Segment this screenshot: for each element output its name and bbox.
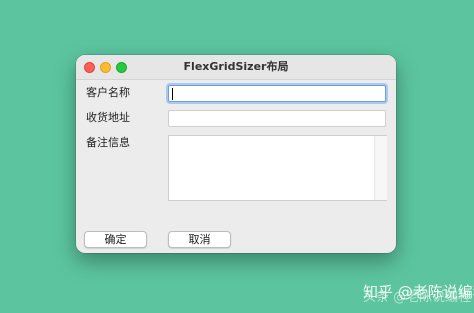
ok-button[interactable]: 确定 bbox=[84, 231, 147, 248]
notes-scrollbar[interactable] bbox=[374, 136, 387, 200]
customer-name-label: 客户名称 bbox=[86, 86, 130, 99]
address-input[interactable] bbox=[168, 110, 386, 127]
cancel-button[interactable]: 取消 bbox=[168, 231, 231, 248]
title-bar[interactable]: FlexGridSizer布局 bbox=[76, 55, 396, 80]
watermark-text: 知乎 @老陈说编程 bbox=[363, 283, 474, 301]
notes-textarea[interactable] bbox=[168, 135, 387, 201]
address-label: 收货地址 bbox=[86, 111, 130, 124]
window-title: FlexGridSizer布局 bbox=[183, 60, 289, 73]
notes-label: 备注信息 bbox=[86, 136, 130, 149]
app-window: FlexGridSizer布局 客户名称 收货地址 备注信息 确定 取消 bbox=[76, 55, 396, 253]
text-caret bbox=[172, 88, 173, 100]
customer-name-input[interactable] bbox=[168, 85, 386, 102]
